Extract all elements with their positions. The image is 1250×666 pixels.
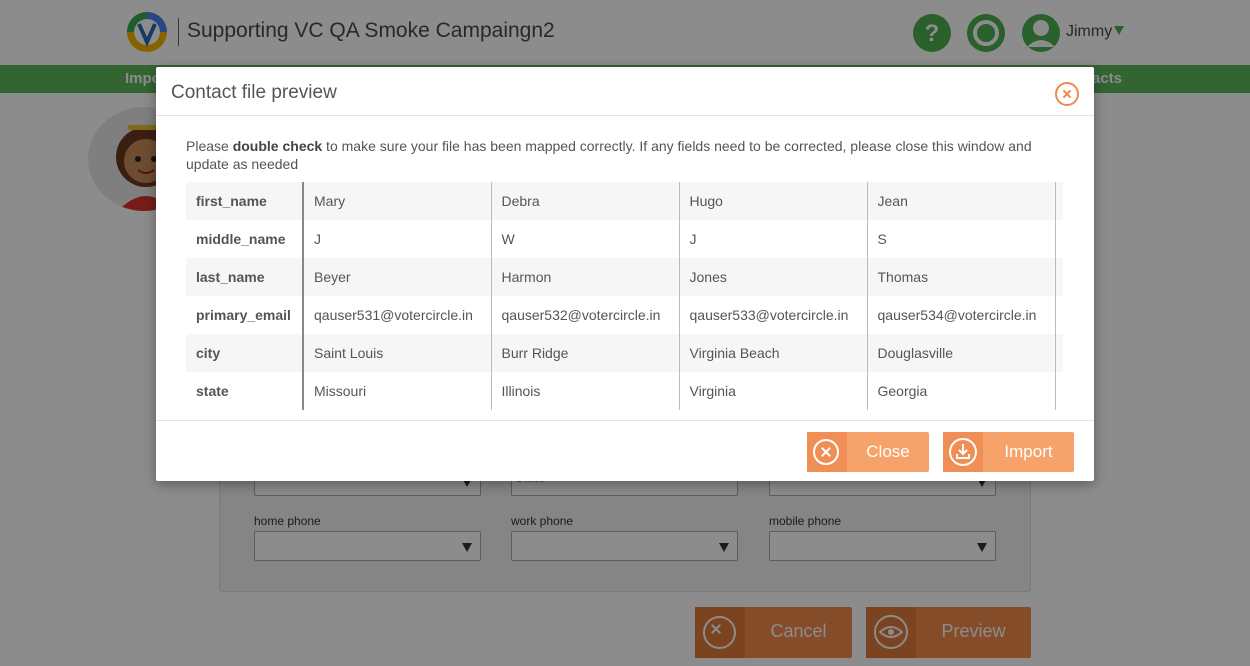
field-name: last_name xyxy=(186,258,304,296)
table-cell: qauser532@votercircle.in xyxy=(491,296,680,334)
table-cell: W xyxy=(491,220,680,258)
table-cell: Virginia xyxy=(679,372,868,410)
table-cell: Beyer xyxy=(303,258,492,296)
table-row: city Saint Louis Burr Ridge Virginia Bea… xyxy=(186,334,1063,372)
table-cell: Virginia Beach xyxy=(679,334,868,372)
import-icon xyxy=(943,432,983,472)
table-pad xyxy=(1055,258,1063,296)
table-cell: Debra xyxy=(491,182,680,220)
table-cell: Jean xyxy=(867,182,1056,220)
table-cell: Burr Ridge xyxy=(491,334,680,372)
instruction-pre: Please xyxy=(186,138,233,154)
contact-preview-modal: Contact file preview Please double check… xyxy=(156,67,1094,481)
table-cell: Missouri xyxy=(303,372,492,410)
field-name: middle_name xyxy=(186,220,304,258)
table-cell: J xyxy=(679,220,868,258)
modal-title: Contact file preview xyxy=(171,82,337,103)
table-pad xyxy=(1055,220,1063,258)
table-pad xyxy=(1055,182,1063,220)
instruction-emphasis: double check xyxy=(232,138,323,154)
modal-header: Contact file preview xyxy=(156,67,1094,116)
preview-table: first_name Mary Debra Hugo Jean middle_n… xyxy=(186,182,1063,410)
table-row: primary_email qauser531@votercircle.in q… xyxy=(186,296,1063,334)
table-cell: Illinois xyxy=(491,372,680,410)
field-name: city xyxy=(186,334,304,372)
table-pad xyxy=(1055,334,1063,372)
table-cell: Jones xyxy=(679,258,868,296)
close-label: Close xyxy=(866,442,910,461)
close-icon[interactable] xyxy=(1055,82,1079,106)
table-row: state Missouri Illinois Virginia Georgia xyxy=(186,372,1063,410)
table-cell: Saint Louis xyxy=(303,334,492,372)
close-circle-icon xyxy=(807,432,847,472)
table-row: first_name Mary Debra Hugo Jean xyxy=(186,182,1063,220)
table-cell: S xyxy=(867,220,1056,258)
table-cell: qauser533@votercircle.in xyxy=(679,296,868,334)
table-cell: J xyxy=(303,220,492,258)
table-cell: Douglasville xyxy=(867,334,1056,372)
table-pad xyxy=(1055,372,1063,410)
table-cell: Mary xyxy=(303,182,492,220)
table-cell: Georgia xyxy=(867,372,1056,410)
table-row: middle_name J W J S xyxy=(186,220,1063,258)
close-button[interactable]: Close xyxy=(807,432,929,472)
modal-footer: Close Import xyxy=(156,420,1094,481)
field-name: primary_email xyxy=(186,296,304,334)
table-cell: qauser534@votercircle.in xyxy=(867,296,1056,334)
table-cell: Hugo xyxy=(679,182,868,220)
field-name: first_name xyxy=(186,182,304,220)
field-name: state xyxy=(186,372,304,410)
table-pad xyxy=(1055,296,1063,334)
instruction-text: Please double check to make sure your fi… xyxy=(186,137,1066,173)
table-cell: qauser531@votercircle.in xyxy=(303,296,492,334)
table-row: last_name Beyer Harmon Jones Thomas xyxy=(186,258,1063,296)
import-label: Import xyxy=(1004,442,1053,461)
import-button[interactable]: Import xyxy=(943,432,1074,472)
table-cell: Thomas xyxy=(867,258,1056,296)
table-cell: Harmon xyxy=(491,258,680,296)
